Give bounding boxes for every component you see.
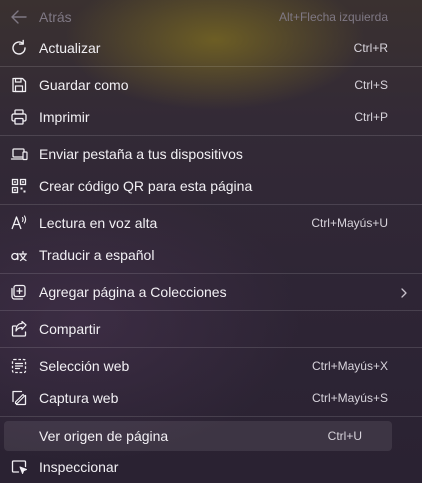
menu-item-print[interactable]: Imprimir Ctrl+P	[0, 103, 422, 131]
menu-item-shortcut: Ctrl+R	[353, 41, 388, 55]
menu-item-read-aloud[interactable]: Lectura en voz alta Ctrl+Mayús+U	[0, 209, 422, 237]
menu-item-label: Agregar página a Colecciones	[39, 284, 227, 300]
menu-item-translate[interactable]: Traducir a español	[0, 241, 422, 269]
menu-item-label: Enviar pestaña a tus dispositivos	[39, 146, 243, 162]
web-capture-icon	[10, 389, 28, 407]
menu-item-label: Lectura en voz alta	[39, 215, 158, 231]
menu-item-label: Compartir	[39, 321, 101, 337]
printer-icon	[10, 108, 28, 126]
menu-item-add-collection[interactable]: Agregar página a Colecciones	[0, 278, 422, 306]
arrow-left-icon	[10, 8, 28, 26]
menu-item-back: Atrás Alt+Flecha izquierda	[0, 4, 422, 30]
save-icon	[10, 76, 28, 94]
read-aloud-icon	[10, 214, 28, 232]
menu-item-inspect[interactable]: Inspeccionar	[0, 453, 422, 481]
menu-item-label: Inspeccionar	[39, 459, 119, 475]
qr-code-icon	[10, 177, 28, 195]
menu-item-shortcut: Ctrl+Mayús+S	[311, 391, 388, 405]
menu-item-qr-code[interactable]: Crear código QR para esta página	[0, 172, 422, 200]
menu-item-label: Guardar como	[39, 77, 129, 93]
menu-item-web-capture[interactable]: Captura web Ctrl+Mayús+S	[0, 384, 422, 412]
menu-item-label: Imprimir	[39, 109, 90, 125]
menu-separator	[0, 347, 422, 348]
menu-item-share[interactable]: Compartir	[0, 315, 422, 343]
menu-item-label: Selección web	[39, 358, 130, 374]
menu-item-shortcut: Ctrl+P	[354, 110, 388, 124]
menu-separator	[0, 416, 422, 417]
menu-item-save-as[interactable]: Guardar como Ctrl+S	[0, 71, 422, 99]
web-select-icon	[10, 357, 28, 375]
menu-separator	[0, 135, 422, 136]
menu-item-web-select[interactable]: Selección web Ctrl+Mayús+X	[0, 352, 422, 380]
context-menu: Atrás Alt+Flecha izquierda Actualizar Ct…	[0, 0, 422, 483]
menu-item-label: Atrás	[39, 9, 72, 25]
share-icon	[10, 320, 28, 338]
refresh-icon	[10, 39, 28, 57]
menu-item-shortcut: Ctrl+U	[327, 429, 362, 443]
menu-separator	[0, 273, 422, 274]
menu-separator	[0, 204, 422, 205]
menu-item-shortcut: Ctrl+Mayús+X	[311, 359, 388, 373]
menu-item-refresh[interactable]: Actualizar Ctrl+R	[0, 34, 422, 62]
menu-item-label: Crear código QR para esta página	[39, 178, 253, 194]
translate-icon	[10, 246, 28, 264]
menu-item-label: Captura web	[39, 390, 119, 406]
menu-item-shortcut: Ctrl+S	[354, 78, 388, 92]
menu-separator	[0, 310, 422, 311]
menu-item-label: Actualizar	[39, 40, 101, 56]
menu-item-view-source[interactable]: Ver origen de página Ctrl+U	[4, 421, 392, 451]
chevron-right-icon	[398, 286, 410, 298]
menu-item-shortcut: Ctrl+Mayús+U	[311, 216, 388, 230]
menu-item-shortcut: Alt+Flecha izquierda	[278, 10, 388, 24]
menu-separator	[0, 66, 422, 67]
laptop-send-icon	[10, 145, 28, 163]
menu-item-send-tab[interactable]: Enviar pestaña a tus dispositivos	[0, 140, 422, 168]
collections-add-icon	[10, 283, 28, 301]
inspect-icon	[10, 458, 28, 476]
menu-item-label: Traducir a español	[39, 247, 155, 263]
menu-item-label: Ver origen de página	[39, 428, 169, 444]
